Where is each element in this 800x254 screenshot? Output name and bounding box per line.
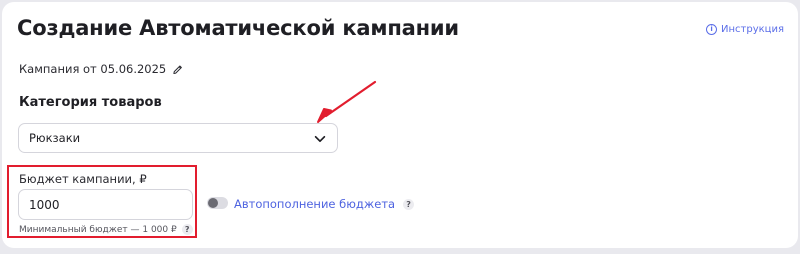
toggle-knob: [208, 198, 218, 208]
min-budget-text: Минимальный бюджет — 1 000 ₽: [19, 224, 177, 235]
instruction-link[interactable]: i Инструкция: [706, 24, 784, 35]
budget-label: Бюджет кампании, ₽: [19, 172, 147, 186]
category-select[interactable]: Рюкзаки: [18, 123, 338, 153]
campaign-name-row: Кампания от 05.06.2025: [19, 62, 184, 76]
info-icon: i: [706, 24, 718, 35]
campaign-card: Создание Автоматической кампании i Инстр…: [2, 2, 798, 248]
autofill-toggle[interactable]: [207, 197, 228, 209]
chevron-down-icon: [314, 135, 326, 143]
category-selected-value: Рюкзаки: [29, 131, 81, 145]
campaign-name: Кампания от 05.06.2025: [19, 62, 167, 76]
page-title: Создание Автоматической кампании: [17, 16, 459, 40]
autofill-row: Автопополнение бюджета ?: [234, 197, 415, 211]
help-icon[interactable]: ?: [403, 198, 415, 210]
help-icon[interactable]: ?: [181, 224, 193, 235]
pencil-icon[interactable]: [172, 63, 184, 75]
instruction-link-label: Инструкция: [721, 24, 784, 35]
budget-input[interactable]: [18, 189, 193, 220]
category-label: Категория товаров: [19, 95, 162, 110]
min-budget-hint: Минимальный бюджет — 1 000 ₽ ?: [19, 224, 193, 235]
autofill-label[interactable]: Автопополнение бюджета: [234, 197, 395, 211]
